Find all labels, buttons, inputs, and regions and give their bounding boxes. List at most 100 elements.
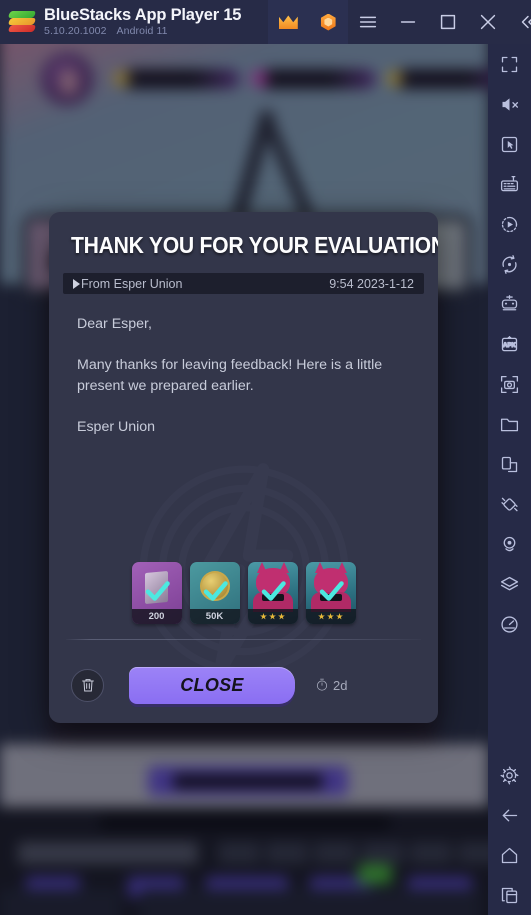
sidebar-item-rotate[interactable] bbox=[488, 244, 531, 284]
maximize-icon bbox=[441, 14, 456, 30]
close-button-label: CLOSE bbox=[180, 674, 244, 695]
dialog-title: THANK YOU FOR YOUR EVALUATION! bbox=[71, 232, 438, 258]
sidebar-item-performance[interactable] bbox=[488, 604, 531, 644]
check-icon bbox=[203, 581, 228, 601]
sidebar-item-mute[interactable] bbox=[488, 84, 531, 124]
fullscreen-icon bbox=[501, 56, 518, 72]
hexagon-gem-icon bbox=[320, 13, 336, 31]
star-rating bbox=[318, 613, 343, 620]
star-icon bbox=[336, 613, 343, 620]
home-icon bbox=[501, 847, 518, 863]
reward-amount: 50K bbox=[205, 611, 224, 622]
maximize-button[interactable] bbox=[428, 0, 468, 44]
bluestacks-logo bbox=[7, 9, 37, 35]
svg-text:APK: APK bbox=[503, 342, 516, 349]
performance-gauge-icon bbox=[501, 615, 518, 633]
sidebar-item-macro-recorder[interactable] bbox=[488, 204, 531, 244]
hamburger-menu-icon bbox=[360, 16, 377, 28]
reward-item[interactable]: 200 bbox=[131, 562, 182, 624]
star-rating bbox=[260, 613, 285, 620]
location-icon bbox=[503, 536, 516, 551]
points-button[interactable] bbox=[308, 0, 349, 44]
crown-icon bbox=[279, 15, 298, 29]
sidebar-item-location[interactable] bbox=[488, 524, 531, 564]
star-icon bbox=[260, 613, 267, 620]
check-icon bbox=[261, 581, 286, 601]
recent-apps-icon bbox=[501, 887, 518, 903]
reward-footer: 50K bbox=[189, 609, 240, 624]
star-icon bbox=[318, 613, 325, 620]
settings-gear-icon bbox=[500, 766, 519, 784]
screenshot-icon bbox=[500, 375, 519, 393]
reward-list: 200 50K bbox=[49, 562, 438, 624]
window-title-bar: BlueStacks App Player 15 5.10.20.1002 An… bbox=[0, 0, 531, 44]
message-timestamp: 9:54 2023-1-12 bbox=[329, 276, 414, 291]
bluestacks-sidebar: APK bbox=[488, 44, 531, 915]
macro-play-icon bbox=[501, 216, 518, 232]
play-triangle-icon bbox=[73, 278, 80, 289]
reward-amount: 200 bbox=[148, 611, 165, 622]
sidebar-item-cursor-control[interactable] bbox=[488, 124, 531, 164]
sidebar-item-settings[interactable] bbox=[488, 755, 531, 795]
layers-icon bbox=[500, 576, 519, 590]
android-version: Android 11 bbox=[116, 25, 168, 37]
shake-icon bbox=[501, 497, 518, 511]
sidebar-item-instance-manager[interactable] bbox=[488, 564, 531, 604]
star-icon bbox=[327, 613, 334, 620]
sidebar-item-shake[interactable] bbox=[488, 484, 531, 524]
app-version-row: 5.10.20.1002 Android 11 bbox=[44, 25, 241, 38]
trash-icon bbox=[81, 679, 94, 692]
close-icon bbox=[481, 14, 496, 30]
rotate-sync-icon bbox=[502, 254, 517, 274]
reward-item[interactable] bbox=[305, 562, 356, 624]
sender-bar: From Esper Union 9:54 2023-1-12 bbox=[63, 273, 424, 294]
sidebar-item-controller[interactable] bbox=[488, 284, 531, 324]
app-title: BlueStacks App Player 15 bbox=[44, 6, 242, 24]
menu-button[interactable] bbox=[348, 0, 388, 44]
sender-name: From Esper Union bbox=[81, 276, 183, 291]
keyboard-controls-icon bbox=[500, 175, 519, 191]
reward-footer bbox=[247, 609, 298, 624]
minimize-icon bbox=[401, 21, 416, 23]
check-icon bbox=[145, 581, 170, 601]
expiry-timer: 2d bbox=[315, 678, 347, 693]
message-line-1: Dear Esper, bbox=[77, 316, 152, 332]
sidebar-item-back[interactable] bbox=[488, 795, 531, 835]
sidebar-item-multi-instance[interactable] bbox=[488, 444, 531, 484]
sidebar-item-screenshot[interactable] bbox=[488, 364, 531, 404]
reward-footer: 200 bbox=[131, 609, 182, 624]
stopwatch-icon bbox=[316, 678, 328, 691]
sidebar-item-recent-apps[interactable] bbox=[488, 875, 531, 915]
star-icon bbox=[269, 613, 276, 620]
mute-icon bbox=[502, 97, 519, 111]
sidebar-item-install-apk[interactable]: APK bbox=[488, 324, 531, 364]
check-icon bbox=[319, 581, 344, 601]
install-apk-icon: APK bbox=[501, 335, 517, 351]
sidebar-item-media-manager[interactable] bbox=[488, 404, 531, 444]
reward-footer bbox=[305, 609, 356, 624]
dialog-footer: CLOSE 2d bbox=[49, 654, 438, 716]
double-chevron-left-icon bbox=[522, 15, 531, 29]
delete-button[interactable] bbox=[71, 668, 104, 702]
sidebar-item-home[interactable] bbox=[488, 835, 531, 875]
multi-instance-icon bbox=[501, 456, 518, 472]
cursor-control-icon bbox=[501, 136, 518, 152]
minimize-button[interactable] bbox=[388, 0, 428, 44]
message-body: Dear Esper, Many thanks for leaving feed… bbox=[77, 314, 410, 438]
reward-item[interactable]: 50K bbox=[189, 562, 240, 624]
media-folder-icon bbox=[500, 418, 519, 431]
close-window-button[interactable] bbox=[468, 0, 508, 44]
sidebar-item-fullscreen[interactable] bbox=[488, 44, 531, 84]
reward-item[interactable] bbox=[247, 562, 298, 624]
premium-button[interactable] bbox=[268, 0, 309, 44]
gamepad-controls-icon bbox=[501, 294, 518, 310]
collapse-sidebar-button[interactable] bbox=[508, 0, 531, 44]
sidebar-item-keyboard-controls[interactable] bbox=[488, 164, 531, 204]
expiry-value: 2d bbox=[333, 677, 348, 693]
close-button[interactable]: CLOSE bbox=[129, 666, 295, 704]
back-arrow-icon bbox=[502, 809, 518, 821]
message-line-2: Many thanks for leaving feedback! Here i… bbox=[77, 357, 383, 394]
window-title-texts: BlueStacks App Player 15 5.10.20.1002 An… bbox=[44, 6, 241, 38]
mail-reward-dialog: THANK YOU FOR YOUR EVALUATION! From Espe… bbox=[49, 212, 438, 723]
star-icon bbox=[278, 613, 285, 620]
